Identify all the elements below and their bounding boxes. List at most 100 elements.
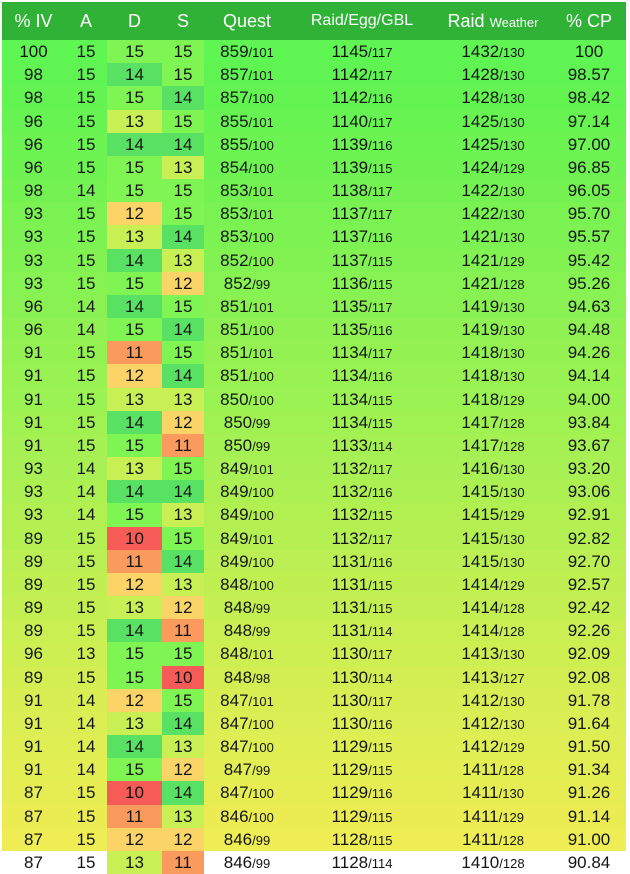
quest-cell: 848/101 (204, 642, 290, 666)
attack-cell: 15 (65, 666, 107, 689)
defense-value: 12 (125, 203, 144, 223)
cp-cell: 92.57 (552, 573, 626, 596)
quest-cell: 849/101 (204, 527, 290, 550)
raid-level: /116 (368, 786, 393, 801)
defense-cell: 15 (107, 156, 162, 179)
cp-value: 92.09 (567, 644, 611, 663)
cp-cell: 94.26 (552, 341, 626, 364)
table-body: 100 15 15 15 859/101 1145/117 1432/130 100 98 15 1… (2, 40, 626, 874)
weather-level: /129 (499, 577, 525, 593)
iv-cell: 96 (2, 295, 65, 318)
table-row: 96 13 15 15 848/101 1130/117 1413/130 92.09 (2, 642, 626, 666)
attack-value: 15 (76, 227, 96, 246)
defense-cell: 12 (107, 202, 162, 225)
defense-value: 14 (125, 250, 144, 270)
quest-level: /101 (248, 647, 274, 662)
table-row: 89 15 11 14 849/100 1131/116 1415/130 92.70 (2, 550, 626, 573)
raid-level: /115 (368, 739, 393, 755)
stamina-value: 13 (173, 574, 193, 594)
header-row: % IV A D S Quest Raid/Egg/GBL Raid Weath… (2, 2, 626, 40)
iv-cell: 96 (2, 318, 65, 341)
defense-value: 15 (125, 667, 144, 687)
raid-cell: 1131/115 (290, 596, 434, 619)
table-row: 91 15 15 11 850/99 1133/114 1417/128 93.67 (2, 434, 626, 457)
quest-level: /101 (248, 461, 274, 477)
cp-cell: 91.64 (552, 712, 626, 735)
cp-value: 92.26 (567, 620, 611, 640)
quest-level: /99 (252, 276, 271, 292)
stamina-cell: 11 (162, 851, 204, 874)
stamina-cell: 11 (162, 434, 204, 457)
stamina-cell: 14 (162, 781, 204, 805)
raid-cell: 1142/117 (290, 63, 434, 86)
defense-cell: 11 (107, 805, 162, 828)
quest-cp: 848 (223, 667, 253, 687)
weather-cell: 1415/129 (434, 503, 552, 527)
cp-cell: 100 (552, 40, 626, 63)
iv-cell: 96 (2, 110, 65, 133)
stamina-value: 14 (173, 88, 193, 107)
table-row: 89 15 10 15 849/101 1132/117 1415/130 92.82 (2, 527, 626, 550)
cp-value: 93.06 (567, 481, 611, 501)
cp-cell: 96.85 (552, 156, 626, 179)
weather-level: /130 (499, 647, 525, 662)
quest-cp: 854 (220, 157, 249, 177)
cp-value: 95.26 (567, 273, 611, 293)
weather-level: /129 (499, 739, 525, 755)
raid-cp: 1135 (331, 319, 369, 339)
cp-value: 94.00 (567, 389, 611, 409)
iv-value: 91 (24, 389, 43, 409)
cp-value: 92.70 (567, 551, 611, 571)
iv-value: 98 (24, 180, 43, 200)
iv-value: 93 (24, 203, 43, 223)
cp-value: 91.26 (567, 783, 611, 802)
cp-cell: 94.63 (552, 295, 626, 318)
table-row: 89 15 14 11 848/99 1131/114 1414/128 92.26 (2, 619, 626, 642)
raid-cp: 1129 (331, 783, 369, 802)
defense-cell: 11 (107, 341, 162, 364)
quest-level: /100 (248, 392, 274, 408)
cp-value: 91.64 (567, 713, 611, 733)
iv-cell: 96 (2, 133, 65, 156)
raid-cp: 1130 (331, 644, 369, 663)
raid-level: /114 (368, 670, 393, 686)
stamina-value: 15 (173, 203, 193, 223)
quest-cp: 847 (220, 783, 249, 802)
table-row: 91 14 14 13 847/100 1129/115 1412/129 91.50 (2, 735, 626, 758)
attack-cell: 14 (65, 480, 107, 503)
weather-level: /130 (499, 531, 525, 547)
weather-cp: 1411 (462, 759, 499, 779)
attack-cell: 14 (65, 457, 107, 480)
quest-cell: 848/99 (204, 596, 290, 619)
raid-cp: 1138 (331, 180, 369, 200)
weather-cp: 1417 (461, 412, 500, 432)
raid-cell: 1134/115 (290, 411, 434, 434)
attack-cell: 15 (65, 434, 107, 457)
table-row: 98 15 15 14 857/100 1142/116 1428/130 98.42 (2, 86, 626, 110)
raid-cell: 1129/116 (290, 781, 434, 805)
cp-value: 96.05 (567, 180, 611, 200)
iv-cell: 93 (2, 480, 65, 503)
raid-level: /117 (368, 299, 393, 315)
table-row: 87 15 13 11 846/99 1128/114 1410/128 90.84 (2, 851, 626, 874)
quest-cell: 847/100 (204, 781, 290, 805)
defense-value: 14 (125, 296, 144, 316)
raid-cell: 1139/115 (290, 156, 434, 179)
stamina-cell: 15 (162, 457, 204, 480)
weather-level: /130 (499, 44, 525, 60)
raid-cp: 1142 (331, 88, 369, 107)
cp-value: 92.08 (567, 667, 611, 687)
defense-value: 15 (125, 41, 144, 61)
quest-cell: 855/101 (204, 110, 290, 133)
attack-cell: 15 (65, 828, 107, 851)
attack-cell: 15 (65, 805, 107, 828)
header-raid: Raid/Egg/GBL (290, 2, 434, 40)
table-row: 98 15 14 15 857/101 1142/117 1428/130 98.57 (2, 63, 626, 86)
stamina-value: 14 (173, 319, 193, 339)
quest-cell: 853/101 (204, 179, 290, 202)
quest-level: /100 (248, 160, 274, 176)
quest-cp: 848 (223, 597, 253, 617)
raid-level: /115 (368, 809, 393, 825)
quest-cp: 846 (223, 852, 253, 872)
defense-value: 13 (125, 111, 144, 131)
